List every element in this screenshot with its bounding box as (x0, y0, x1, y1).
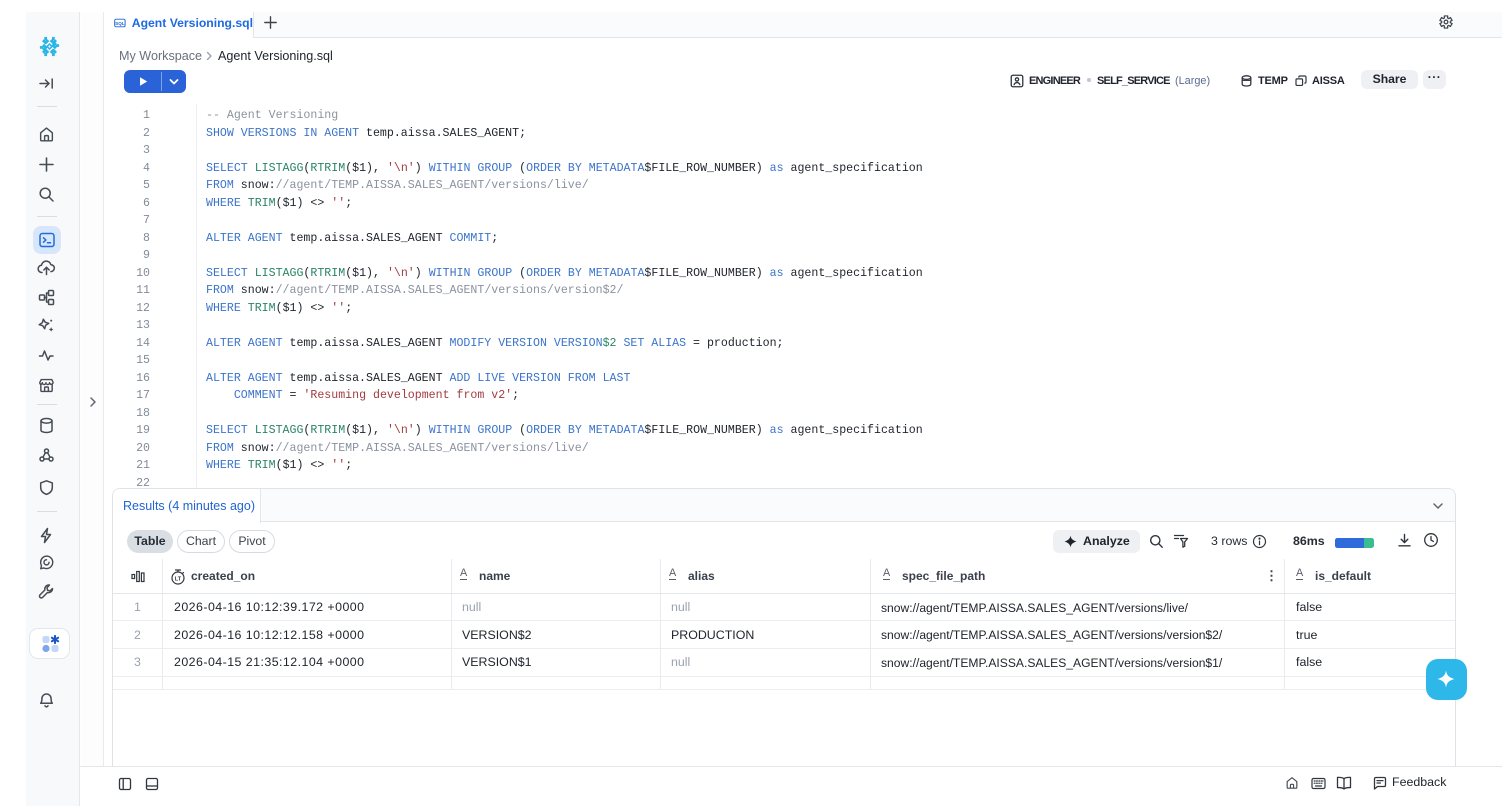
svg-text:LT: LT (175, 577, 182, 583)
svg-text:SQL: SQL (115, 21, 125, 26)
